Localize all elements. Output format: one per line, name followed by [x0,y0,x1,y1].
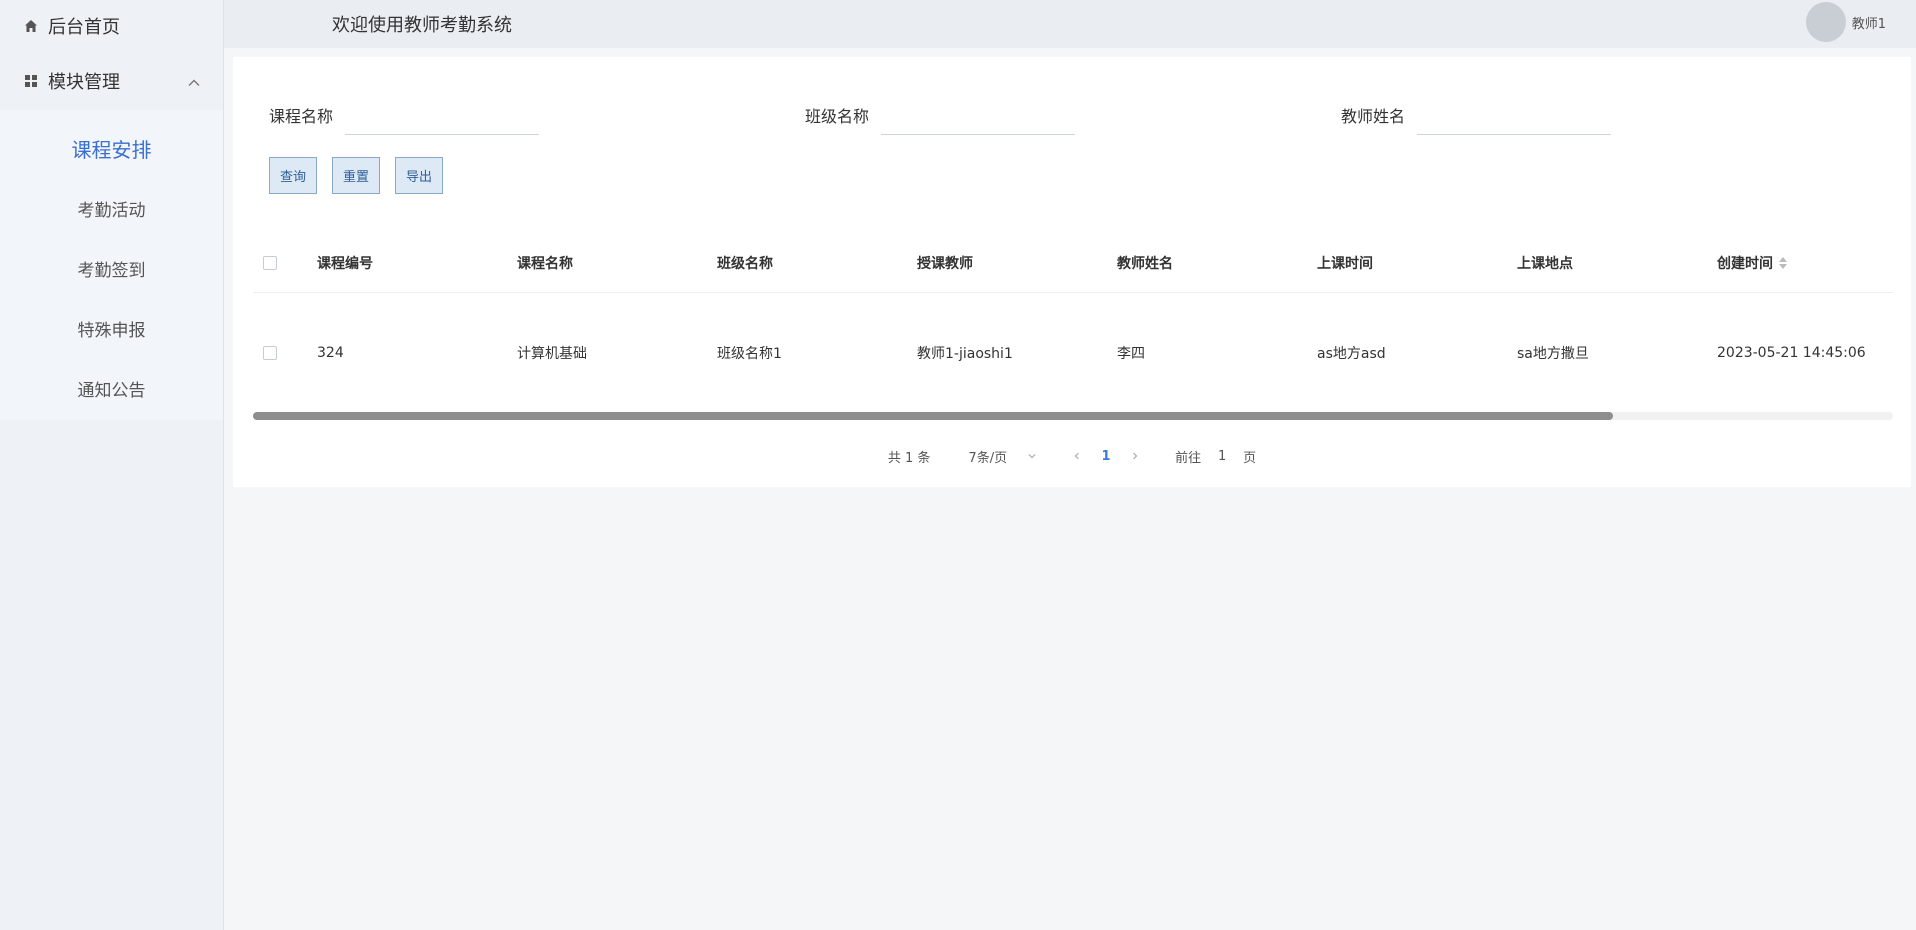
cell-location: sa地方撒旦 [1517,346,1589,362]
header-class-time: 上课时间 [1317,255,1373,272]
header-course-name: 课程名称 [517,255,573,272]
select-all-checkbox[interactable] [263,255,277,270]
reset-button[interactable]: 重置 [332,157,380,194]
page-jump-suffix: 页 [1243,450,1257,466]
table-header: 课程编号 课程名称 班级名称 授课教师 教师姓名 上课时间 上课地点 创建时间 [253,233,1893,293]
sidebar-group-modules[interactable]: 模块管理 [0,52,223,110]
cell-instructor: 教师1-jiaoshi1 [917,346,1013,362]
sort-icon[interactable] [1779,256,1787,269]
query-button[interactable]: 查询 [269,157,317,194]
scrollbar-thumb[interactable] [253,412,1613,420]
sidebar-submenu: 课程安排 考勤活动 考勤签到 特殊申报 通知公告 [0,110,223,420]
cell-course-name: 计算机基础 [517,346,587,362]
sidebar-item-course-schedule[interactable]: 课程安排 [0,118,223,178]
chevron-up-icon[interactable] [187,74,201,88]
row-checkbox[interactable] [263,346,277,360]
cell-teacher-name: 李四 [1117,346,1145,362]
cell-course-id: 324 [317,345,344,361]
page-jump-input[interactable]: 1 [1201,449,1243,464]
sidebar-item-attendance-activity[interactable]: 考勤活动 [0,178,223,238]
export-button[interactable]: 导出 [395,157,443,194]
app-root: 后台首页 模块管理 课程安排 考勤活动 考勤签到 特殊申报 通知公告 欢迎使用教… [0,0,1916,930]
sidebar: 后台首页 模块管理 课程安排 考勤活动 考勤签到 特殊申报 通知公告 [0,0,224,930]
home-icon [22,17,40,35]
class-name-input[interactable] [881,95,1076,135]
course-name-label: 课程名称 [269,107,334,126]
sidebar-item-home[interactable]: 后台首页 [0,0,223,52]
sidebar-group-label: 模块管理 [48,72,120,93]
header-location: 上课地点 [1517,255,1573,272]
data-table: 课程编号 课程名称 班级名称 授课教师 教师姓名 上课时间 上课地点 创建时间 … [253,233,1893,413]
cell-class-name: 班级名称1 [717,346,782,362]
user-menu[interactable]: 教师1 [1805,2,1886,42]
table-row: 324 计算机基础 班级名称1 教师1-jiaoshi1 李四 as地方asd … [253,293,1893,413]
course-name-field: 课程名称 [269,95,540,135]
sidebar-item-attendance-signin[interactable]: 考勤签到 [0,238,223,298]
header-course-id: 课程编号 [317,255,373,272]
class-name-label: 班级名称 [805,107,870,126]
prev-page-icon[interactable] [1067,451,1087,461]
pagination-total: 共 1 条 [887,450,931,466]
class-name-field: 班级名称 [805,95,1076,135]
header-class-name: 班级名称 [717,255,773,272]
avatar[interactable] [1805,2,1846,42]
page-size-select[interactable]: 7条/页 [968,447,1037,466]
page-size-value: 7条/页 [968,450,1008,466]
cell-class-time: as地方asd [1317,346,1386,362]
page-jump-prefix: 前往 [1175,450,1202,466]
horizontal-scrollbar[interactable] [253,412,1893,420]
pagination: 共 1 条 7条/页 1 前往 1 页 [233,441,1911,471]
teacher-name-label: 教师姓名 [1341,107,1406,126]
cell-created-time: 2023-05-21 14:45:06 [1717,345,1866,361]
header-instructor: 授课教师 [917,255,973,272]
sidebar-home-label: 后台首页 [48,17,120,38]
next-page-icon[interactable] [1125,451,1145,461]
sidebar-item-special-report[interactable]: 特殊申报 [0,298,223,358]
sidebar-item-notice[interactable]: 通知公告 [0,358,223,418]
page-jump: 前往 1 页 [1175,447,1256,466]
header-created-time-label: 创建时间 [1717,255,1773,272]
main-card: 课程名称 班级名称 教师姓名 查询 重置 导出 课程编号 课程名称 班级名称 授… [233,57,1911,487]
page-title: 欢迎使用教师考勤系统 [332,15,512,36]
header-teacher-name: 教师姓名 [1117,255,1173,272]
course-name-input[interactable] [345,95,540,135]
action-buttons: 查询 重置 导出 [269,157,458,194]
teacher-name-field: 教师姓名 [1341,95,1612,135]
header-created-time[interactable]: 创建时间 [1717,253,1893,273]
page-number-current[interactable]: 1 [1087,449,1125,464]
teacher-name-input[interactable] [1417,95,1612,135]
chevron-down-icon [1027,451,1037,461]
grid-icon [22,72,40,90]
username[interactable]: 教师1 [1852,13,1886,32]
top-header: 欢迎使用教师考勤系统 教师1 [224,0,1916,48]
search-form: 课程名称 班级名称 教师姓名 [269,95,1911,135]
